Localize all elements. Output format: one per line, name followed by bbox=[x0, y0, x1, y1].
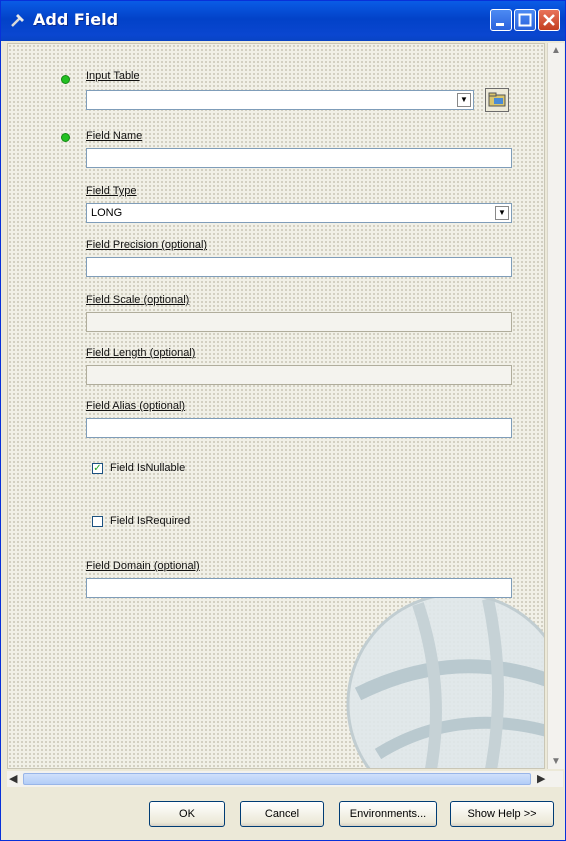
field-type-value: LONG bbox=[91, 207, 123, 219]
field-scale-input[interactable] bbox=[86, 312, 512, 332]
globe-watermark bbox=[346, 592, 544, 768]
field-precision-label: Field Precision (optional) bbox=[86, 239, 208, 251]
input-table-combo[interactable] bbox=[86, 90, 474, 110]
button-bar: OK Cancel Environments... Show Help >> bbox=[1, 789, 565, 840]
field-length-label: Field Length (optional) bbox=[86, 347, 196, 359]
scroll-down-icon[interactable]: ▼ bbox=[551, 756, 561, 767]
scroll-up-icon[interactable]: ▲ bbox=[551, 45, 561, 56]
maximize-icon bbox=[518, 13, 532, 27]
field-name-label: Field Name bbox=[86, 130, 143, 142]
field-domain-label: Field Domain (optional) bbox=[86, 560, 200, 572]
field-is-required-label: Field IsRequired bbox=[110, 515, 191, 527]
hammer-icon bbox=[11, 14, 24, 27]
ok-button[interactable]: OK bbox=[149, 801, 225, 827]
required-indicator bbox=[61, 133, 70, 142]
maximize-button[interactable] bbox=[514, 9, 536, 31]
cancel-button[interactable]: Cancel bbox=[240, 801, 324, 827]
input-table-dropdown-arrow[interactable]: ▼ bbox=[457, 93, 471, 107]
title-bar[interactable]: Add Field bbox=[1, 1, 565, 41]
window-title: Add Field bbox=[33, 10, 119, 29]
horizontal-scrollbar[interactable]: ◀ ▶ bbox=[7, 771, 563, 787]
horizontal-scroll-thumb[interactable] bbox=[23, 773, 531, 785]
field-alias-label: Field Alias (optional) bbox=[86, 400, 186, 412]
field-type-dropdown-arrow[interactable]: ▼ bbox=[495, 206, 509, 220]
show-help-button[interactable]: Show Help >> bbox=[450, 801, 554, 827]
field-alias-input[interactable] bbox=[86, 418, 512, 438]
required-indicator bbox=[61, 75, 70, 84]
vertical-scrollbar[interactable]: ▲ ▼ bbox=[547, 43, 564, 769]
field-is-nullable-label: Field IsNullable bbox=[110, 462, 186, 474]
field-is-nullable-checkbox[interactable]: ✓ bbox=[92, 463, 103, 474]
browse-button[interactable] bbox=[485, 88, 509, 112]
field-precision-input[interactable] bbox=[86, 257, 512, 277]
field-name-input[interactable] bbox=[86, 148, 512, 168]
field-type-select[interactable]: LONG bbox=[86, 203, 512, 223]
input-table-label: Input Table bbox=[86, 70, 140, 82]
minimize-icon bbox=[496, 23, 504, 26]
add-field-dialog: Add Field Input Table ▼ Field Name Field… bbox=[0, 0, 566, 841]
field-length-input[interactable] bbox=[86, 365, 512, 385]
folder-browse-icon bbox=[488, 92, 506, 107]
field-scale-label: Field Scale (optional) bbox=[86, 294, 190, 306]
scroll-left-icon[interactable]: ◀ bbox=[9, 772, 17, 785]
parameters-panel: Input Table ▼ Field Name Field Type LONG… bbox=[7, 43, 545, 769]
close-icon bbox=[543, 14, 555, 26]
close-button[interactable] bbox=[538, 9, 560, 31]
scroll-right-icon[interactable]: ▶ bbox=[537, 772, 545, 785]
field-domain-input[interactable] bbox=[86, 578, 512, 598]
field-type-label: Field Type bbox=[86, 185, 137, 197]
minimize-button[interactable] bbox=[490, 9, 512, 31]
environments-button[interactable]: Environments... bbox=[339, 801, 437, 827]
field-is-required-checkbox[interactable] bbox=[92, 516, 103, 527]
